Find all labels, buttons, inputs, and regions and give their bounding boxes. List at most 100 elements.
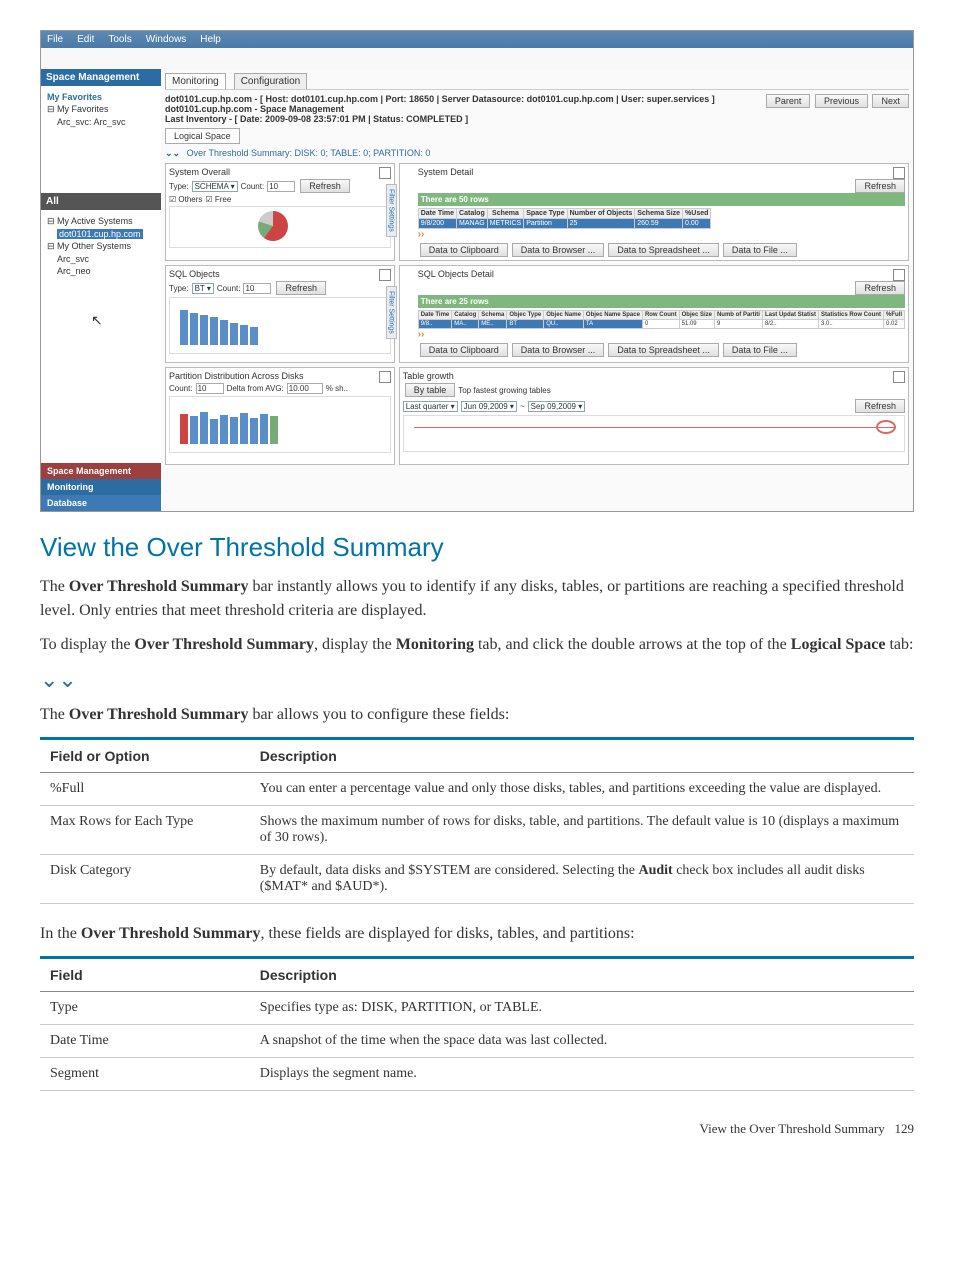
menu-file[interactable]: File bbox=[47, 34, 63, 45]
refresh-button[interactable]: Refresh bbox=[300, 179, 350, 193]
partition-chart bbox=[169, 396, 391, 453]
panel-sql-objects-detail: Filter Settings SQL Objects Detail Refre… bbox=[399, 265, 909, 363]
tab-monitoring[interactable]: Monitoring bbox=[165, 73, 226, 89]
panel-title: Table growth bbox=[403, 371, 905, 381]
free-checkbox[interactable]: ☑ Free bbox=[205, 195, 231, 204]
maximize-icon[interactable] bbox=[379, 167, 391, 179]
next-button[interactable]: Next bbox=[872, 94, 909, 108]
delta-input[interactable]: 10.00 bbox=[287, 383, 323, 394]
sidebar-bottom-nav: Space Management Monitoring Database bbox=[41, 463, 161, 511]
tree-node-dot0101[interactable]: dot0101.cup.hp.com bbox=[57, 229, 143, 239]
count-input[interactable]: 10 bbox=[196, 383, 224, 394]
tree-other-arc-svc[interactable]: Arc_svc bbox=[47, 254, 155, 264]
panel-title: SQL Objects Detail bbox=[418, 269, 905, 279]
pie-chart bbox=[169, 206, 391, 248]
last-quarter-select[interactable]: Last quarter ▾ bbox=[403, 401, 458, 412]
ots-text: Over Threshold Summary: DISK: 0; TABLE: … bbox=[187, 148, 431, 158]
tree-item-arc-svc[interactable]: Arc_svc: Arc_svc bbox=[47, 117, 155, 127]
bar-chart bbox=[169, 297, 391, 354]
maximize-icon[interactable] bbox=[893, 371, 905, 383]
logical-space-tabbar: Logical Space bbox=[165, 128, 909, 144]
table-row: Max Rows for Each TypeShows the maximum … bbox=[40, 806, 914, 855]
panels-grid: System Overall Type: SCHEMA ▾ Count: 10 … bbox=[165, 163, 909, 465]
table-header-description: Description bbox=[250, 958, 914, 992]
menu-windows[interactable]: Windows bbox=[146, 34, 187, 45]
refresh-button[interactable]: Refresh bbox=[855, 399, 905, 413]
tab-logical-space[interactable]: Logical Space bbox=[165, 128, 240, 144]
all-tree: ⊟ My Active Systems dot0101.cup.hp.com ⊟… bbox=[41, 210, 161, 282]
section-heading: View the Over Threshold Summary bbox=[40, 532, 914, 563]
others-checkbox[interactable]: ☑ Others bbox=[169, 195, 202, 204]
field-option-table: Field or OptionDescription %FullYou can … bbox=[40, 737, 914, 904]
expand-arrow-icon[interactable]: ›› bbox=[418, 229, 425, 240]
type-select[interactable]: BT ▾ bbox=[192, 283, 214, 294]
menu-edit[interactable]: Edit bbox=[77, 34, 94, 45]
date1-select[interactable]: Jun 09,2009 ▾ bbox=[461, 401, 517, 412]
nav-database[interactable]: Database bbox=[41, 495, 161, 511]
row-count-bar: There are 25 rows bbox=[418, 295, 905, 308]
nav-buttons: Parent Previous Next bbox=[764, 94, 909, 108]
filter-settings-tab[interactable]: Filter Settings bbox=[386, 286, 397, 339]
date2-select[interactable]: Sep 09,2009 ▾ bbox=[528, 401, 586, 412]
maximize-icon[interactable] bbox=[893, 269, 905, 281]
table-row: Date TimeA snapshot of the time when the… bbox=[40, 1025, 914, 1058]
count-input[interactable]: 10 bbox=[267, 181, 295, 192]
nav-space-management[interactable]: Space Management bbox=[41, 463, 161, 479]
type-select[interactable]: SCHEMA ▾ bbox=[192, 181, 238, 192]
refresh-button[interactable]: Refresh bbox=[276, 281, 326, 295]
table-row: %FullYou can enter a percentage value an… bbox=[40, 773, 914, 806]
table-header-field: Field bbox=[40, 958, 250, 992]
menu-help[interactable]: Help bbox=[200, 34, 221, 45]
data-to-file-button[interactable]: Data to File ... bbox=[723, 343, 797, 357]
delta-label: Delta from AVG: bbox=[227, 384, 284, 393]
data-to-spreadsheet-button[interactable]: Data to Spreadsheet ... bbox=[608, 243, 719, 257]
table-row[interactable]: 9/8..MA..ME..BTQU..TA051.0998/2..3.0..0.… bbox=[418, 320, 904, 329]
data-to-file-button[interactable]: Data to File ... bbox=[723, 243, 797, 257]
refresh-button[interactable]: Refresh bbox=[855, 179, 905, 193]
over-threshold-summary-bar[interactable]: ⌄⌄ Over Threshold Summary: DISK: 0; TABL… bbox=[165, 148, 909, 159]
cursor-icon: ↖ bbox=[91, 312, 103, 329]
chevron-down-icon[interactable]: ⌄⌄ bbox=[165, 148, 180, 159]
table-row[interactable]: 9/8/200MANAGMETRICSPartition25260.590.00 bbox=[418, 219, 711, 229]
table-row: TypeSpecifies type as: DISK, PARTITION, … bbox=[40, 992, 914, 1025]
panel-title: System Detail bbox=[418, 167, 905, 177]
tree-other-arc-neo[interactable]: Arc_neo bbox=[47, 266, 155, 276]
growth-chart bbox=[403, 415, 905, 452]
data-to-clipboard-button[interactable]: Data to Clipboard bbox=[420, 243, 508, 257]
maximize-icon[interactable] bbox=[379, 269, 391, 281]
data-to-browser-button[interactable]: Data to Browser ... bbox=[512, 243, 605, 257]
data-to-clipboard-button[interactable]: Data to Clipboard bbox=[420, 343, 508, 357]
application-screenshot: File Edit Tools Windows Help Space Manag… bbox=[40, 30, 914, 512]
double-chevron-icon: ⌄⌄ bbox=[40, 667, 914, 693]
parent-button[interactable]: Parent bbox=[766, 94, 811, 108]
breadcrumb: dot0101.cup.hp.com - [ Host: dot0101.cup… bbox=[165, 94, 909, 124]
by-table-button[interactable]: By table bbox=[405, 383, 456, 397]
expand-arrow-icon[interactable]: ›› bbox=[418, 329, 425, 340]
tree-item-favorites[interactable]: ⊟ My Favorites bbox=[47, 104, 155, 115]
filter-settings-tab[interactable]: Filter Settings bbox=[386, 184, 397, 237]
highlight-circle-icon bbox=[876, 420, 896, 434]
last-inventory: Last Inventory - [ Date: 2009-09-08 23:5… bbox=[165, 114, 468, 124]
count-input[interactable]: 10 bbox=[243, 283, 271, 294]
tree-active-systems[interactable]: ⊟ My Active Systems bbox=[47, 216, 155, 227]
field-table: FieldDescription TypeSpecifies type as: … bbox=[40, 956, 914, 1091]
count-label: Count: bbox=[217, 284, 241, 293]
panel-title: System Overall bbox=[169, 167, 391, 177]
maximize-icon[interactable] bbox=[893, 167, 905, 179]
previous-button[interactable]: Previous bbox=[815, 94, 868, 108]
tree-other-systems[interactable]: ⊟ My Other Systems bbox=[47, 241, 155, 252]
tab-configuration[interactable]: Configuration bbox=[234, 73, 307, 89]
refresh-button[interactable]: Refresh bbox=[855, 281, 905, 295]
data-to-spreadsheet-button[interactable]: Data to Spreadsheet ... bbox=[608, 343, 719, 357]
paragraph-4: In the Over Threshold Summary, these fie… bbox=[40, 922, 914, 946]
panel-table-growth: Table growth By table Top fastest growin… bbox=[399, 367, 909, 465]
maximize-icon[interactable] bbox=[379, 371, 391, 383]
type-label: Type: bbox=[169, 284, 189, 293]
table-header-field: Field or Option bbox=[40, 739, 250, 773]
nav-monitoring[interactable]: Monitoring bbox=[41, 479, 161, 495]
panel-title: SQL Objects bbox=[169, 269, 391, 279]
paragraph-1: The Over Threshold Summary bar instantly… bbox=[40, 575, 914, 623]
menu-tools[interactable]: Tools bbox=[108, 34, 131, 45]
main-area: Monitoring Configuration dot0101.cup.hp.… bbox=[161, 69, 913, 511]
data-to-browser-button[interactable]: Data to Browser ... bbox=[512, 343, 605, 357]
